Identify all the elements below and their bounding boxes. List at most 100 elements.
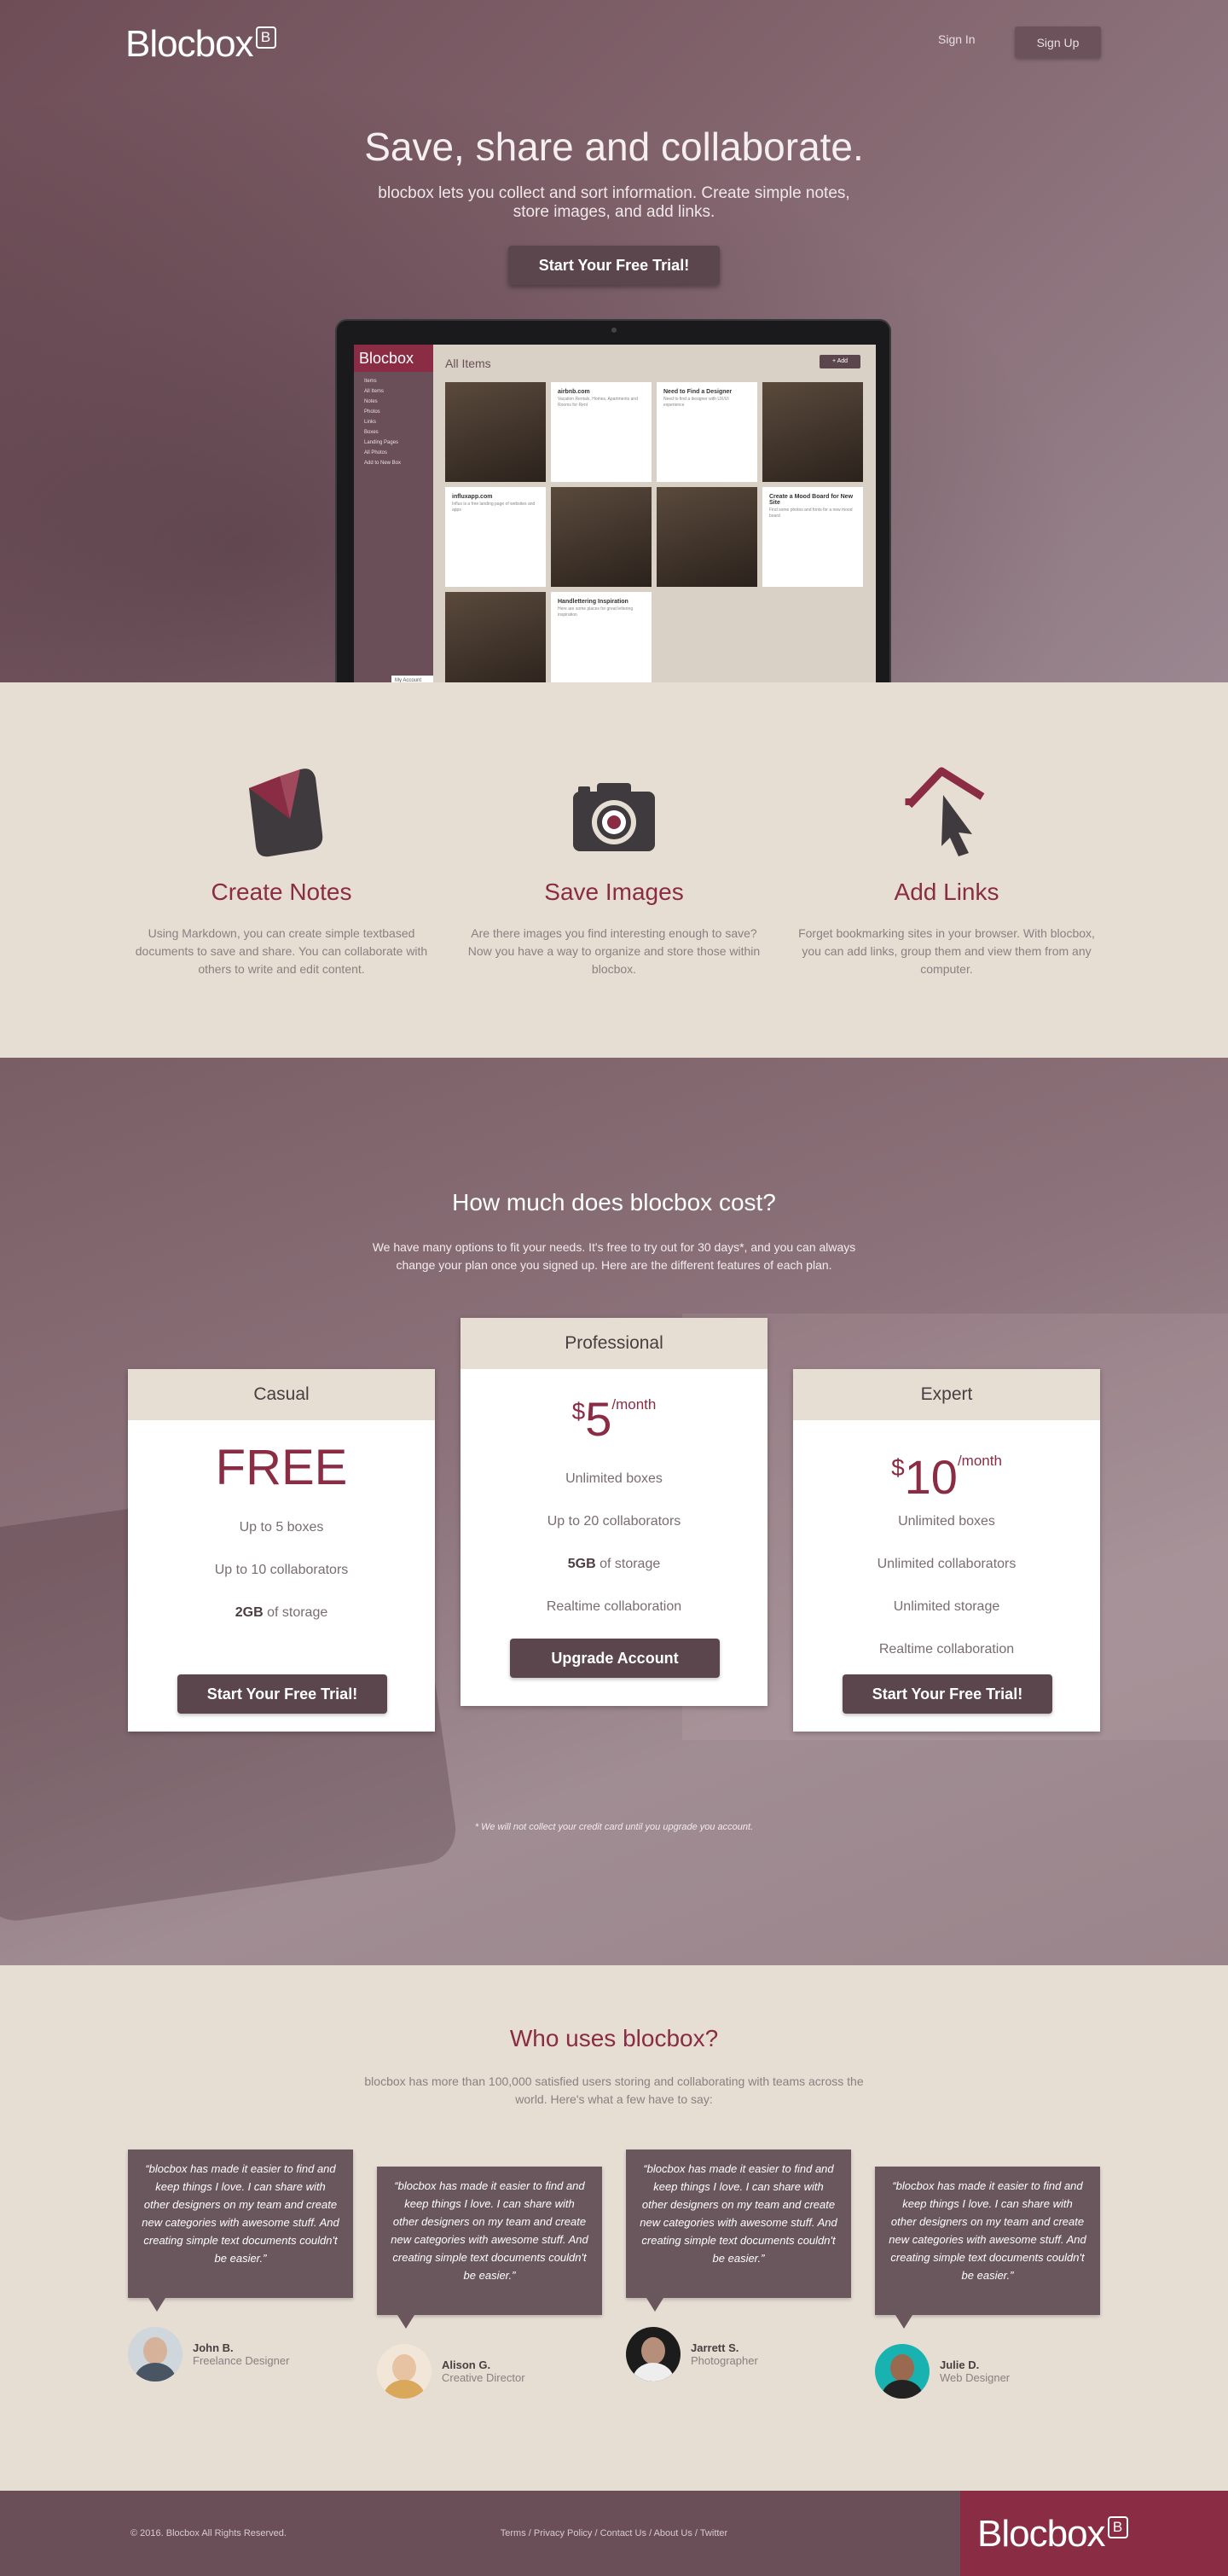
app-nav-item: All Photos xyxy=(364,450,388,455)
plan-feature: Realtime collaboration xyxy=(878,1642,1015,1656)
start-trial-button[interactable]: Start Your Free Trial! xyxy=(843,1674,1052,1714)
app-tile-link: influxapp.com Influx is a free landing pa… xyxy=(445,487,546,587)
app-tile-text: Influx is a free landing page of website… xyxy=(452,502,536,513)
app-logo: Blocbox xyxy=(359,350,414,368)
footer-logo-badge: B xyxy=(1107,2516,1128,2538)
testimonial-author: Alison G. Creative Director xyxy=(377,2344,525,2399)
app-tile-title: Handlettering Inspiration xyxy=(558,599,628,605)
app-nav-item: Items xyxy=(364,379,377,384)
camera-icon xyxy=(573,783,655,851)
upgrade-account-button[interactable]: Upgrade Account xyxy=(510,1639,720,1678)
app-tile-text: Need to find a designer with UX/UI exper… xyxy=(663,397,729,408)
footer-link-contact[interactable]: Contact Us xyxy=(600,2528,646,2538)
plan-feature-storage: 2GB of storage xyxy=(128,1605,435,1621)
features-section: Create Notes Using Markdown, you can cre… xyxy=(0,682,1228,1058)
author-role: Web Designer xyxy=(940,2371,1011,2384)
storage-amount: 2GB xyxy=(235,1605,264,1620)
app-nav-item: Notes xyxy=(364,399,378,404)
plan-name: Expert xyxy=(793,1369,1100,1420)
plan-feature: Realtime collaboration xyxy=(546,1599,682,1614)
note-icon xyxy=(249,769,323,857)
app-tile-title: Create a Mood Board for New Site xyxy=(769,494,854,506)
price-period: /month xyxy=(957,1453,1002,1469)
testimonial-quote: “blocbox has made it easier to find and … xyxy=(626,2150,851,2312)
plan-feature: Unlimited collaborators xyxy=(877,1557,1017,1571)
author-meta: John B. Freelance Designer xyxy=(182,2341,289,2367)
avatar-face xyxy=(392,2354,416,2382)
avatar-body xyxy=(882,2380,923,2399)
footer-logo[interactable]: Blocbox B xyxy=(960,2491,1228,2576)
plan-feature: Unlimited boxes xyxy=(898,1514,995,1529)
app-tile-text: Vacation Rentals, Homes, Apartments and … xyxy=(558,397,638,408)
app-tile-text: Here are some places for great lettering… xyxy=(558,606,634,618)
testimonial-quote: “blocbox has made it easier to find and … xyxy=(377,2167,602,2329)
author-meta: Jarrett S. Photographer xyxy=(681,2341,758,2367)
pricing-section: How much does blocbox cost? We have many… xyxy=(0,1058,1228,1965)
storage-label: of storage xyxy=(600,1557,661,1571)
feature-text: Using Markdown, you can create simple te… xyxy=(135,926,428,976)
author-role: Photographer xyxy=(691,2354,758,2367)
author-name: Julie D. xyxy=(940,2358,980,2371)
author-name: Jarrett S. xyxy=(691,2341,739,2354)
sign-up-button[interactable]: Sign Up xyxy=(1015,26,1101,58)
storage-amount: 5GB xyxy=(567,1557,596,1571)
footer-link-terms[interactable]: Terms xyxy=(501,2528,526,2538)
price-period: /month xyxy=(611,1396,657,1413)
app-tile-photo xyxy=(551,487,652,587)
footer-logo-text: Blocbox xyxy=(977,2513,1106,2555)
app-account: My Account xyxy=(391,676,434,682)
app-tile-title: influxapp.com xyxy=(452,494,493,500)
app-tile-note: Handlettering Inspiration Here are some p… xyxy=(551,592,652,682)
app-screenshot: Blocbox Items All Items Notes Photos Links Bo… xyxy=(354,345,876,682)
app-tile-link: airbnb.com Vacation Rentals, Homes, Apart… xyxy=(551,382,652,482)
site-logo[interactable]: Blocbox B xyxy=(125,23,276,66)
feature-title: Add Links xyxy=(894,879,999,905)
plan-card-professional: Professional $ 5 /month Unlimited boxes … xyxy=(460,1318,768,1706)
pricing-lead: We have many options to fit your needs. … xyxy=(372,1240,856,1272)
start-trial-button[interactable]: Start Your Free Trial! xyxy=(177,1674,387,1714)
testimonial-author: John B. Freelance Designer xyxy=(128,2327,289,2382)
author-name: John B. xyxy=(193,2341,234,2354)
author-name: Alison G. xyxy=(442,2358,491,2371)
app-nav-item: Add to New Box xyxy=(364,461,402,466)
app-nav-item: Photos xyxy=(364,409,380,415)
pricing-title: How much does blocbox cost? xyxy=(452,1189,776,1215)
hero-subtitle: blocbox lets you collect and sort inform… xyxy=(378,184,850,221)
plan-feature: Up to 5 boxes xyxy=(239,1520,324,1535)
app-nav-item: Boxes xyxy=(364,430,379,435)
feature-text: Forget bookmarking sites in your browser… xyxy=(798,926,1095,976)
author-role: Freelance Designer xyxy=(193,2354,290,2367)
laptop-mockup: Blocbox Items All Items Notes Photos Links Bo… xyxy=(335,319,891,682)
footer-link-about[interactable]: About Us xyxy=(654,2528,692,2538)
sign-in-link[interactable]: Sign In xyxy=(938,32,976,46)
plan-card-casual: Casual FREE Up to 5 boxes Up to 10 colla… xyxy=(128,1369,435,1732)
link-cursor-icon xyxy=(905,767,985,856)
app-title: All Items xyxy=(445,357,491,370)
hero-cta-button[interactable]: Start Your Free Trial! xyxy=(508,246,720,285)
app-tile-photo xyxy=(445,592,546,682)
footer-logo-mark: Blocbox B xyxy=(977,2513,1128,2556)
app-logo-text: Blocbox xyxy=(359,350,414,367)
avatar-body xyxy=(384,2380,425,2399)
testimonial-author: Jarrett S. Photographer xyxy=(626,2327,758,2382)
app-add-button: + Add xyxy=(820,355,860,368)
storage-label: of storage xyxy=(267,1605,328,1620)
footer-link-twitter[interactable]: Twitter xyxy=(700,2528,727,2538)
app-sidebar: Blocbox Items All Items Notes Photos Links Bo… xyxy=(354,345,434,682)
testimonials-title: Who uses blocbox? xyxy=(509,2025,719,2051)
plan-card-expert: Expert $ 10 /month Unlimited boxes Unlim… xyxy=(793,1369,1100,1732)
hero-section: Blocbox B Sign In Sign Up Save, share an… xyxy=(0,0,1228,682)
app-nav-item: Links xyxy=(364,420,377,425)
avatar xyxy=(626,2327,681,2382)
avatar-face xyxy=(143,2337,167,2364)
plan-price: $ 10 /month xyxy=(793,1449,1100,1505)
footer-link-privacy[interactable]: Privacy Policy xyxy=(534,2528,592,2538)
plan-feature: Unlimited boxes xyxy=(565,1471,663,1486)
plan-feature: Up to 10 collaborators xyxy=(214,1563,349,1577)
avatar-face xyxy=(890,2354,914,2382)
avatar xyxy=(875,2344,930,2399)
plan-feature: Unlimited storage xyxy=(893,1599,1000,1614)
app-tile-photo xyxy=(445,382,546,482)
author-role: Creative Director xyxy=(442,2371,525,2384)
app-nav-item: All Items xyxy=(364,389,385,394)
